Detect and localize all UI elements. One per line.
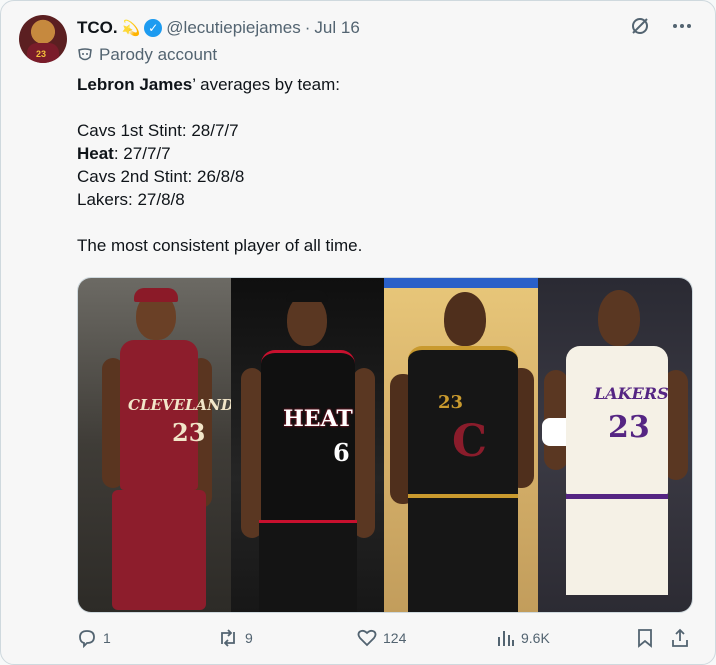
bookmark-button[interactable]: [637, 628, 653, 648]
stint-1: Cavs 1st Stint: 28/7/7: [77, 121, 239, 140]
text-line-1: Lebron James’ averages by team:: [77, 73, 687, 96]
jersey-text: C: [452, 416, 488, 467]
top-right-actions: [629, 15, 693, 37]
media-panel-lakers[interactable]: LAKERS 23: [538, 278, 692, 612]
like-count: 124: [383, 630, 407, 646]
heat-bold: Heat: [77, 144, 114, 163]
author-handle[interactable]: @lecutiepiejames: [166, 18, 300, 38]
text-line-1-rest: ’ averages by team:: [192, 75, 340, 94]
grok-icon[interactable]: [629, 15, 651, 37]
cavs-black-shorts: [408, 494, 518, 612]
player-head: [444, 292, 486, 346]
parody-mask-icon: [78, 48, 92, 61]
jersey-text: HEAT: [283, 406, 353, 432]
views-count: 9.6K: [521, 630, 550, 646]
closing-line: The most consistent player of all time.: [77, 236, 363, 255]
views-button[interactable]: 9.6K: [497, 629, 550, 647]
jersey-number: 23: [172, 418, 206, 447]
stint-2: Cavs 2nd Stint: 26/8/8: [77, 167, 245, 186]
court-banner: [384, 278, 538, 288]
heat-jersey: [261, 350, 355, 523]
tweet-media[interactable]: CLEVELAND 23 HEAT 6 23 C LAKERS 23: [77, 277, 693, 613]
media-panel-cavs-1[interactable]: CLEVELAND 23: [78, 278, 231, 612]
share-button[interactable]: [671, 628, 689, 648]
cavs-shorts: [112, 490, 206, 610]
tweet-actions: 1 9 124 9.6K: [77, 625, 691, 651]
headband: [286, 290, 328, 302]
repost-button[interactable]: 9: [217, 628, 253, 648]
player-head: [598, 290, 640, 346]
cavs-jersey: [120, 340, 198, 490]
separator-dot: ·: [304, 18, 311, 37]
player-arm: [353, 368, 375, 538]
player-arm: [241, 368, 263, 538]
media-panel-cavs-2[interactable]: 23 C: [384, 278, 538, 612]
heat-shorts: [259, 520, 357, 612]
jersey-text: LAKERS: [594, 384, 669, 403]
repost-count: 9: [245, 630, 253, 646]
reply-button[interactable]: 1: [77, 628, 111, 648]
like-button[interactable]: 124: [357, 628, 406, 648]
heart-icon: [357, 629, 377, 647]
avatar-number: 23: [36, 49, 47, 59]
media-panel-heat[interactable]: HEAT 6: [231, 278, 384, 612]
sparkle-emoji: 💫: [121, 20, 141, 37]
tweet-date[interactable]: Jul 16: [314, 18, 359, 38]
reply-count: 1: [103, 630, 111, 646]
lakers-shorts: [566, 494, 668, 595]
repost-icon: [221, 629, 235, 647]
jersey-number: 23: [608, 410, 650, 445]
tweet-text: Lebron James’ averages by team: Cavs 1st…: [77, 73, 687, 257]
lebron-bold: Lebron James: [77, 75, 193, 94]
jersey-number: 23: [438, 392, 464, 413]
avatar[interactable]: 23: [19, 15, 67, 63]
parody-label: Parody account: [77, 45, 217, 65]
tweet-header: TCO. 💫 ✓ @lecutiepiejames · Jul 16: [77, 17, 360, 39]
jersey-number: 6: [333, 438, 350, 467]
share-icon: [672, 628, 688, 647]
author-name[interactable]: TCO.: [77, 18, 118, 38]
views-icon: [498, 631, 514, 646]
verified-badge-icon: ✓: [144, 19, 163, 37]
heat-line: Heat: 27/7/7: [77, 142, 687, 165]
jersey-text: CLEVELAND: [128, 396, 231, 414]
more-icon[interactable]: [671, 15, 693, 37]
tweet-card[interactable]: 23 TCO. 💫 ✓ @lecutiepiejames · Jul 16 Pa…: [0, 0, 716, 665]
parody-text: Parody account: [99, 45, 218, 64]
headband: [134, 288, 178, 302]
lakers-line: Lakers: 27/8/8: [77, 190, 185, 209]
reply-icon: [79, 630, 95, 648]
heat-rest: : 27/7/7: [113, 144, 171, 163]
bookmark-icon: [638, 629, 652, 648]
